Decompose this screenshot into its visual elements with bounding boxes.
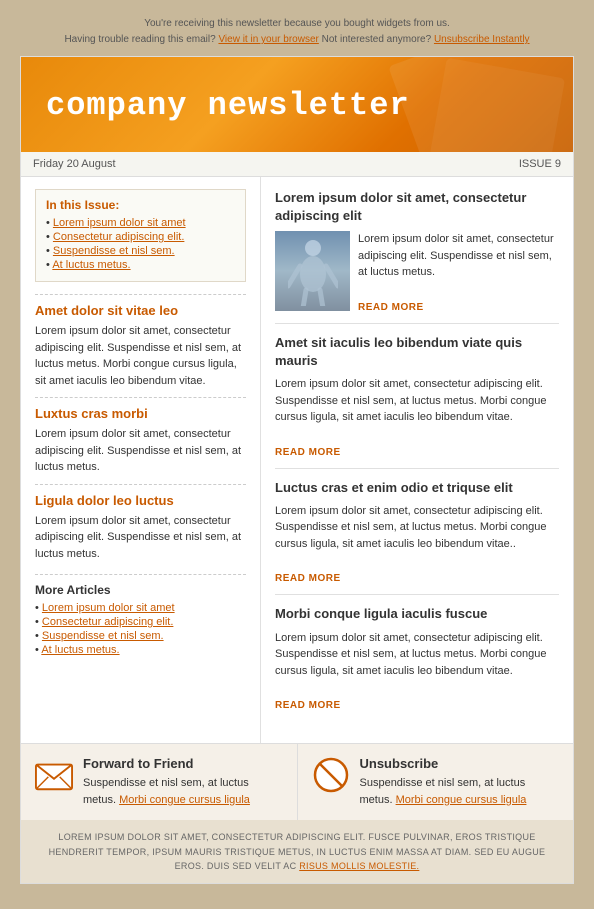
left-article-2-body: Lorem ipsum dolor sit amet, consectetur … <box>35 426 246 476</box>
main-content: In this Issue: Lorem ipsum dolor sit ame… <box>21 177 573 743</box>
bottom-footer-text: Lorem ipsum dolor sit amet, consectetur … <box>49 832 546 871</box>
right-article-1: Lorem ipsum dolor sit amet, consectetur … <box>275 189 559 324</box>
right-article-4-body: Lorem ipsum dolor sit amet, consectetur … <box>275 630 559 680</box>
left-article-3-title[interactable]: Ligula dolor leo luctus <box>35 493 246 508</box>
view-in-browser-link[interactable]: View it in your browser <box>218 34 318 45</box>
in-this-issue-link[interactable]: Lorem ipsum dolor sit amet <box>53 217 186 229</box>
in-this-issue-box: In this Issue: Lorem ipsum dolor sit ame… <box>35 189 246 282</box>
left-article-1-title[interactable]: Amet dolor sit vitae leo <box>35 303 246 318</box>
unsubscribe-instantly-link[interactable]: Unsubscribe Instantly <box>434 34 530 45</box>
bottom-footer: Lorem ipsum dolor sit amet, consectetur … <box>21 820 573 883</box>
list-item: Lorem ipsum dolor sit amet <box>46 217 235 229</box>
forward-icon-container <box>35 756 73 794</box>
left-article-1: Amet dolor sit vitae leo Lorem ipsum dol… <box>35 294 246 397</box>
right-article-3: Luctus cras et enim odio et triquse elit… <box>275 479 559 596</box>
no-sign-icon <box>313 757 349 793</box>
left-article-1-body: Lorem ipsum dolor sit amet, consectetur … <box>35 323 246 389</box>
in-this-issue-link[interactable]: At luctus metus. <box>52 259 130 271</box>
right-article-4-title: Morbi conque ligula iaculis fuscue <box>275 605 559 623</box>
right-article-2: Amet sit iaculis leo bibendum viate quis… <box>275 334 559 469</box>
right-article-2-body: Lorem ipsum dolor sit amet, consectetur … <box>275 376 559 426</box>
right-article-4: Morbi conque ligula iaculis fuscue Lorem… <box>275 605 559 721</box>
right-article-1-title: Lorem ipsum dolor sit amet, consectetur … <box>275 189 559 225</box>
email-header: Company Newsletter <box>21 57 573 152</box>
right-article-1-body: Lorem ipsum dolor sit amet, consectetur … <box>358 231 559 281</box>
list-item: Consectetur adipiscing elit. <box>35 616 246 628</box>
in-this-issue-list: Lorem ipsum dolor sit amet Consectetur a… <box>46 217 235 271</box>
unsubscribe-link[interactable]: Morbi congue cursus ligula <box>396 794 527 806</box>
more-articles-list: Lorem ipsum dolor sit amet Consectetur a… <box>35 602 246 656</box>
forward-to-friend-content: Forward to Friend Suspendisse et nisl se… <box>83 756 283 808</box>
person-silhouette-icon <box>288 236 338 306</box>
preheader-line2: Having trouble reading this email? <box>64 34 215 45</box>
right-article-3-read-more[interactable]: READ MORE <box>275 573 341 584</box>
more-article-link[interactable]: At luctus metus. <box>41 644 119 656</box>
right-article-2-title: Amet sit iaculis leo bibendum viate quis… <box>275 334 559 370</box>
unsubscribe-title: Unsubscribe <box>360 756 560 771</box>
right-article-2-read-more[interactable]: READ MORE <box>275 447 341 458</box>
unsubscribe-content: Unsubscribe Suspendisse et nisl sem, at … <box>360 756 560 808</box>
email-wrapper: Company Newsletter Friday 20 August ISSU… <box>20 56 574 884</box>
in-this-issue-heading: In this Issue: <box>46 198 235 212</box>
in-this-issue-link[interactable]: Consectetur adipiscing elit. <box>53 231 184 243</box>
right-column: Lorem ipsum dolor sit amet, consectetur … <box>261 177 573 743</box>
more-article-link[interactable]: Suspendisse et nisl sem. <box>42 630 164 642</box>
unsubscribe-box: Unsubscribe Suspendisse et nisl sem, at … <box>297 744 574 820</box>
preheader-line1: You're receiving this newsletter because… <box>144 18 450 29</box>
left-article-3: Ligula dolor leo luctus Lorem ipsum dolo… <box>35 484 246 571</box>
unsubscribe-body: Suspendisse et nisl sem, at luctus metus… <box>360 775 560 808</box>
date-bar: Friday 20 August ISSUE 9 <box>21 152 573 177</box>
forward-to-friend-box: Forward to Friend Suspendisse et nisl se… <box>21 744 297 820</box>
list-item: Lorem ipsum dolor sit amet <box>35 602 246 614</box>
article-image-person <box>275 231 350 311</box>
right-article-4-read-more[interactable]: READ MORE <box>275 700 341 711</box>
preheader: You're receiving this newsletter because… <box>20 10 574 56</box>
in-this-issue-link[interactable]: Suspendisse et nisl sem. <box>53 245 175 257</box>
more-articles-heading: More Articles <box>35 583 246 597</box>
left-article-3-body: Lorem ipsum dolor sit amet, consectetur … <box>35 513 246 563</box>
bottom-footer-link[interactable]: risus mollis molestie. <box>299 861 419 871</box>
list-item: Suspendisse et nisl sem. <box>35 630 246 642</box>
list-item: Suspendisse et nisl sem. <box>46 245 235 257</box>
left-article-2-title[interactable]: Luxtus cras morbi <box>35 406 246 421</box>
footer-boxes: Forward to Friend Suspendisse et nisl se… <box>21 743 573 820</box>
forward-to-friend-body: Suspendisse et nisl sem, at luctus metus… <box>83 775 283 808</box>
right-article-3-title: Luctus cras et enim odio et triquse elit <box>275 479 559 497</box>
forward-to-friend-link[interactable]: Morbi congue cursus ligula <box>119 794 250 806</box>
more-article-link[interactable]: Lorem ipsum dolor sit amet <box>42 602 175 614</box>
more-article-link[interactable]: Consectetur adipiscing elit. <box>42 616 173 628</box>
envelope-icon <box>35 759 73 791</box>
issue-number: ISSUE 9 <box>519 158 561 170</box>
article-image <box>275 231 350 311</box>
right-article-1-text: Lorem ipsum dolor sit amet, consectetur … <box>358 231 559 313</box>
list-item: Consectetur adipiscing elit. <box>46 231 235 243</box>
list-item: At luctus metus. <box>35 644 246 656</box>
no-icon-container <box>312 756 350 794</box>
left-article-2: Luxtus cras morbi Lorem ipsum dolor sit … <box>35 397 246 484</box>
list-item: At luctus metus. <box>46 259 235 271</box>
more-articles-section: More Articles Lorem ipsum dolor sit amet… <box>35 574 246 656</box>
right-article-1-inner: Lorem ipsum dolor sit amet, consectetur … <box>275 231 559 313</box>
preheader-separator: Not interested anymore? <box>322 34 432 45</box>
newsletter-title: Company Newsletter <box>46 87 548 124</box>
issue-date: Friday 20 August <box>33 158 116 170</box>
forward-to-friend-title: Forward to Friend <box>83 756 283 771</box>
left-column: In this Issue: Lorem ipsum dolor sit ame… <box>21 177 261 743</box>
right-article-1-read-more[interactable]: READ MORE <box>358 302 424 313</box>
right-article-3-body: Lorem ipsum dolor sit amet, consectetur … <box>275 503 559 553</box>
